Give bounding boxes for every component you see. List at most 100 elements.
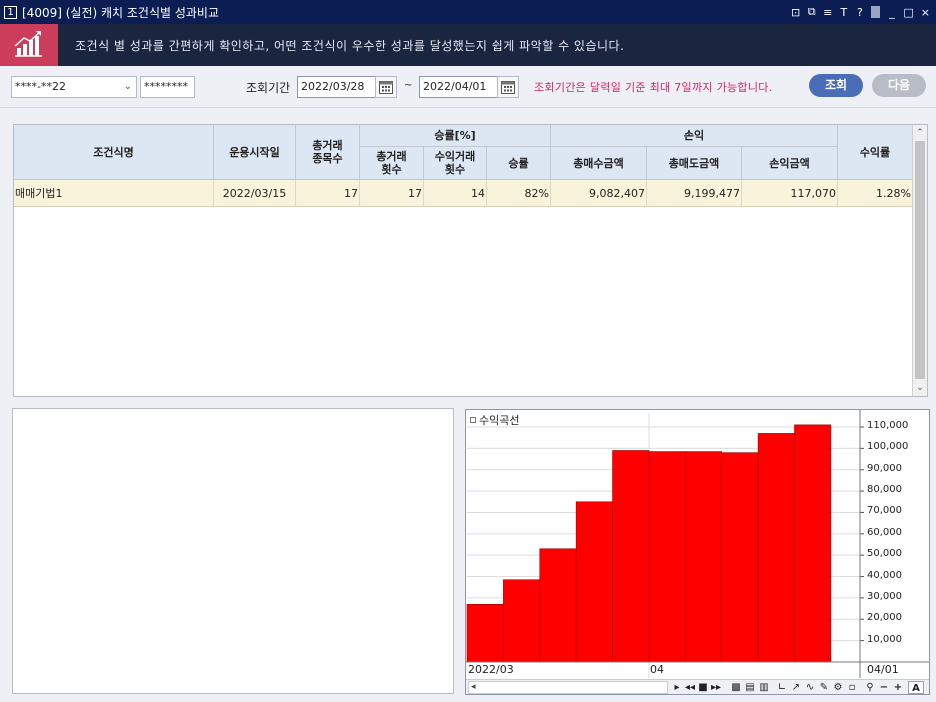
y-tick-label: 30,000 bbox=[867, 590, 902, 602]
header-total-items[interactable]: 총거래 종목수 bbox=[296, 125, 360, 180]
header-pnl-amount[interactable]: 손익금액 bbox=[742, 147, 838, 180]
start-calendar-button[interactable] bbox=[375, 76, 397, 98]
font-icon[interactable]: T bbox=[839, 6, 848, 19]
chart-tool-icon[interactable]: ▩ bbox=[730, 681, 742, 694]
header-total-sell[interactable]: 총매도금액 bbox=[647, 147, 742, 180]
profit-curve-chart: 수익곡선 2022/03 04 04/01 110,000 100,000 90,0… bbox=[465, 409, 930, 695]
bar-8 bbox=[757, 433, 795, 663]
cell-condition: 매매기법1 bbox=[14, 180, 214, 207]
help-icon[interactable]: ? bbox=[855, 6, 864, 19]
banner-message: 조건식 별 성과를 간편하게 확인하고, 어떤 조건식이 우수한 성과를 달성했… bbox=[75, 39, 625, 53]
minimize-icon[interactable]: _ bbox=[887, 6, 896, 19]
y-tick-label: 100,000 bbox=[867, 441, 909, 453]
chart-canvas bbox=[466, 410, 929, 678]
x-tick-label: 2022/03 bbox=[468, 663, 514, 676]
cell-return: 1.28% bbox=[838, 180, 913, 207]
cell-pnl-amount: 117,070 bbox=[742, 180, 838, 207]
menu-icon[interactable]: ≡ bbox=[823, 6, 832, 19]
header-winrate-group: 승률[%] bbox=[360, 125, 551, 147]
header-start-date[interactable]: 운용시작일 bbox=[214, 125, 296, 180]
bar-5 bbox=[648, 451, 686, 663]
chart-tool-icon[interactable]: ▫ bbox=[846, 681, 858, 694]
y-tick-label: 40,000 bbox=[867, 569, 902, 581]
detail-panel bbox=[12, 408, 454, 694]
cell-profit-trades: 14 bbox=[424, 180, 487, 207]
bar-0 bbox=[466, 604, 504, 663]
rewind-icon[interactable]: ◂◂ bbox=[684, 681, 696, 694]
y-tick-label: 10,000 bbox=[867, 633, 902, 645]
next-button[interactable]: 다음 bbox=[872, 74, 926, 97]
draw-trend-icon[interactable]: ↗ bbox=[790, 681, 802, 694]
y-tick-label: 90,000 bbox=[867, 462, 902, 474]
legend-marker bbox=[470, 417, 476, 423]
bar-3 bbox=[575, 501, 613, 663]
window-number-badge: 1 bbox=[4, 5, 17, 19]
title-bar: 1 [4009] (실전) 캐치 조건식별 성과비교 ⊡ ⧉ ≡ T ? _ □… bbox=[0, 0, 936, 24]
info-banner: 조건식 별 성과를 간편하게 확인하고, 어떤 조건식이 우수한 성과를 달성했… bbox=[0, 24, 936, 66]
table-row[interactable]: 매매기법1 2022/03/15 17 17 14 82% 9,082,407 … bbox=[14, 180, 913, 207]
query-toolbar: ****-**22 ⌄ ******** 조회기간 2022/03/28 ~ 2… bbox=[0, 66, 936, 108]
settings-icon[interactable]: ⚙ bbox=[832, 681, 844, 694]
header-total-trades[interactable]: 총거래 횟수 bbox=[360, 147, 424, 180]
end-date-input[interactable]: 2022/04/01 bbox=[419, 76, 498, 98]
y-tick-label: 60,000 bbox=[867, 526, 902, 538]
scroll-up-icon[interactable]: ⌃ bbox=[913, 126, 927, 140]
y-tick-label: 20,000 bbox=[867, 612, 902, 624]
header-total-buy[interactable]: 총매수금액 bbox=[551, 147, 647, 180]
cell-total-buy: 9,082,407 bbox=[551, 180, 647, 207]
bar-6 bbox=[685, 451, 723, 663]
cell-winrate: 82% bbox=[487, 180, 551, 207]
zoom-out-icon[interactable]: − bbox=[878, 681, 890, 694]
chart-tool-icon[interactable]: ▥ bbox=[758, 681, 770, 694]
zoom-icon[interactable]: ⚲ bbox=[864, 681, 876, 694]
cell-total-items: 17 bbox=[296, 180, 360, 207]
window-title: [4009] (실전) 캐치 조건식별 성과비교 bbox=[22, 5, 220, 20]
play-icon[interactable]: ▸ bbox=[672, 681, 682, 694]
calendar-icon bbox=[501, 81, 515, 94]
copy-window-icon[interactable]: ⧉ bbox=[807, 5, 816, 19]
bar-1 bbox=[503, 579, 541, 663]
cell-start-date: 2022/03/15 bbox=[214, 180, 296, 207]
chart-tool-icon[interactable]: ▤ bbox=[744, 681, 756, 694]
end-calendar-button[interactable] bbox=[497, 76, 519, 98]
results-grid: 조건식명 운용시작일 총거래 종목수 승률[%] 총거래 횟수 수익거래 횟수 … bbox=[13, 124, 928, 397]
y-tick-label: 50,000 bbox=[867, 548, 902, 560]
chevron-down-icon: ⌄ bbox=[123, 81, 132, 92]
header-profit-trades[interactable]: 수익거래 횟수 bbox=[424, 147, 487, 180]
bar-7 bbox=[721, 452, 759, 663]
start-date-input[interactable]: 2022/03/28 bbox=[297, 76, 376, 98]
link-icon[interactable]: ⊡ bbox=[791, 6, 800, 19]
chart-legend: 수익곡선 bbox=[470, 412, 519, 428]
draw-line-icon[interactable]: ∟ bbox=[776, 681, 788, 694]
pen-icon[interactable]: ✎ bbox=[818, 681, 830, 694]
period-notice: 조회기간은 달력일 기준 최대 7일까지 가능합니다. bbox=[534, 81, 773, 94]
account-select[interactable]: ****-**22 ⌄ bbox=[11, 76, 137, 98]
scroll-thumb[interactable] bbox=[915, 141, 925, 379]
bar-4 bbox=[612, 450, 650, 663]
search-button[interactable]: 조회 bbox=[809, 74, 863, 97]
password-field[interactable]: ******** bbox=[140, 76, 195, 98]
separator bbox=[871, 6, 881, 18]
window-controls: ⊡ ⧉ ≡ T ? _ □ × bbox=[791, 0, 930, 24]
stop-icon[interactable]: ■ bbox=[698, 681, 708, 694]
header-winrate[interactable]: 승률 bbox=[487, 147, 551, 180]
zoom-in-icon[interactable]: + bbox=[892, 681, 904, 694]
header-condition[interactable]: 조건식명 bbox=[14, 125, 214, 180]
date-range-separator: ~ bbox=[404, 80, 413, 91]
text-size-icon[interactable]: A bbox=[908, 681, 924, 694]
draw-wave-icon[interactable]: ∿ bbox=[804, 681, 816, 694]
grid-vertical-scrollbar[interactable]: ⌃ ⌄ bbox=[912, 125, 927, 396]
fast-forward-icon[interactable]: ▸▸ bbox=[710, 681, 722, 694]
y-tick-label: 110,000 bbox=[867, 420, 909, 431]
grid-header: 조건식명 운용시작일 총거래 종목수 승률[%] 총거래 횟수 수익거래 횟수 … bbox=[14, 125, 913, 180]
period-label: 조회기간 bbox=[246, 81, 291, 95]
maximize-icon[interactable]: □ bbox=[903, 6, 913, 19]
cell-total-sell: 9,199,477 bbox=[647, 180, 742, 207]
chart-horizontal-scrollbar[interactable]: ◂ bbox=[468, 681, 668, 694]
header-return[interactable]: 수익률 bbox=[838, 125, 913, 180]
header-pnl-group: 손익 bbox=[551, 125, 838, 147]
close-icon[interactable]: × bbox=[921, 6, 930, 19]
start-date-value: 2022/03/28 bbox=[301, 80, 365, 93]
calendar-icon bbox=[379, 81, 393, 94]
scroll-down-icon[interactable]: ⌄ bbox=[913, 381, 927, 395]
